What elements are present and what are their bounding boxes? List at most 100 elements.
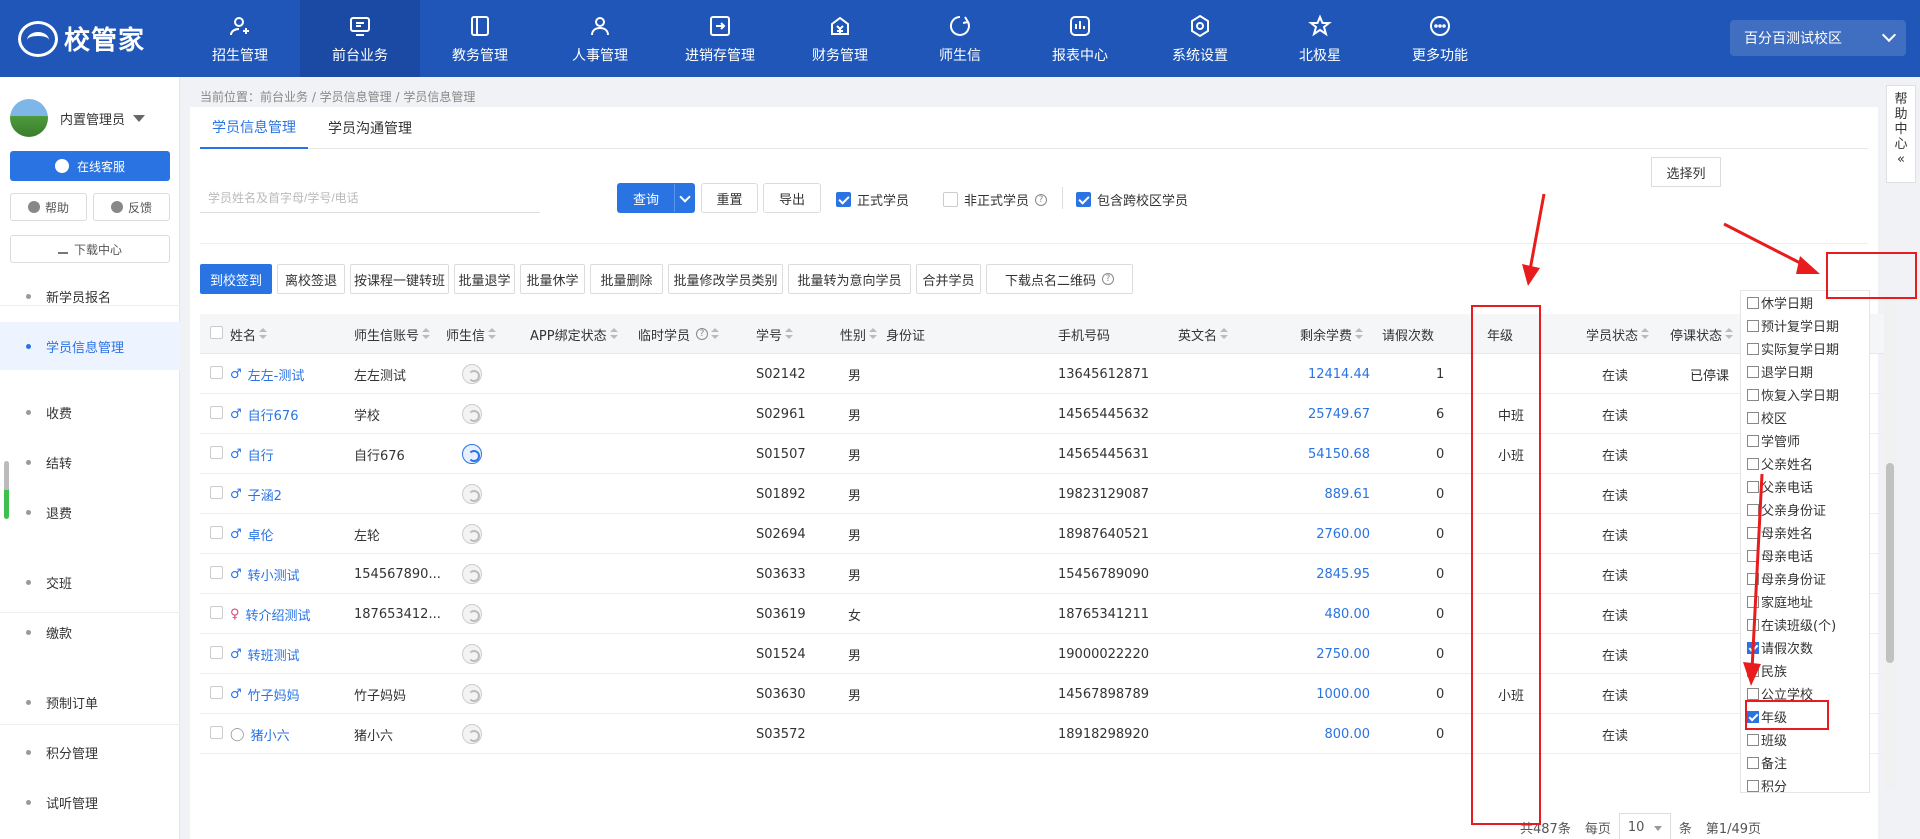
sidebar-item-9[interactable]: 试听管理: [0, 778, 180, 826]
nav-item-10[interactable]: 更多功能: [1380, 0, 1500, 77]
column-option[interactable]: 学管师: [1741, 429, 1869, 452]
column-chooser-scrollbar[interactable]: [1884, 295, 1896, 790]
help-center-tab[interactable]: 帮助中心 «: [1886, 85, 1916, 183]
campus-select[interactable]: 百分百测试校区: [1730, 20, 1906, 56]
table-row[interactable]: ♂ 转班测试 S01524 男 19000022220 2750.00 0 在读: [200, 634, 1888, 674]
column-header-13[interactable]: 学员状态: [1586, 314, 1650, 354]
nav-item-5[interactable]: 财务管理: [780, 0, 900, 77]
row-checkbox[interactable]: [210, 486, 223, 499]
table-row[interactable]: ♂ 自行676 学校 S02961 男 14565445632 25749.67…: [200, 394, 1888, 434]
student-name-link[interactable]: ♂ 卓伦: [230, 514, 274, 554]
sort-icon[interactable]: [1355, 328, 1364, 340]
nav-item-3[interactable]: 人事管理: [540, 0, 660, 77]
table-row[interactable]: ♂ 子涵2 S01892 男 19823129087 889.61 0 在读: [200, 474, 1888, 514]
row-checkbox[interactable]: [210, 606, 223, 619]
fee-cell[interactable]: 12414.44: [1260, 354, 1370, 394]
column-header-14[interactable]: 停课状态: [1670, 314, 1734, 354]
column-header-7[interactable]: 身份证: [886, 314, 925, 354]
column-header-3[interactable]: APP绑定状态: [530, 314, 618, 354]
column-header-0[interactable]: 姓名: [230, 314, 268, 354]
row-checkbox[interactable]: [210, 406, 223, 419]
query-dropdown-icon[interactable]: [674, 184, 694, 212]
sort-icon[interactable]: [1725, 328, 1734, 340]
select-all-checkbox[interactable]: [210, 326, 223, 339]
action-button-6[interactable]: 批量修改学员类别: [668, 264, 783, 294]
row-checkbox[interactable]: [210, 446, 223, 459]
row-checkbox[interactable]: [210, 726, 223, 739]
column-header-11[interactable]: 请假次数: [1382, 314, 1434, 354]
student-name-link[interactable]: ♂ 转班测试: [230, 634, 300, 674]
column-option[interactable]: 实际复学日期: [1741, 337, 1869, 360]
page-size-select[interactable]: 10: [1618, 813, 1671, 839]
logo[interactable]: 校管家: [18, 20, 145, 57]
query-button[interactable]: 查询: [617, 183, 695, 213]
column-header-4[interactable]: 临时学员?: [638, 314, 720, 354]
nav-item-9[interactable]: 北极星: [1260, 0, 1380, 77]
fee-cell[interactable]: 2760.00: [1260, 514, 1370, 554]
sort-icon[interactable]: [785, 328, 794, 340]
table-row[interactable]: ♂ 卓伦 左轮 S02694 男 18987640521 2760.00 0 在…: [200, 514, 1888, 554]
sidebar-scrollbar[interactable]: [4, 461, 9, 519]
row-checkbox[interactable]: [210, 646, 223, 659]
sidebar-item-7[interactable]: 预制订单: [0, 678, 180, 726]
scrollbar-thumb[interactable]: [1886, 463, 1894, 663]
action-button-9[interactable]: 下载点名二维码?: [986, 264, 1133, 294]
action-button-4[interactable]: 批量休学: [520, 264, 585, 294]
table-row[interactable]: ♂ 左左-测试 左左测试 S02142 男 13645612871 12414.…: [200, 354, 1888, 394]
user-menu[interactable]: 内置管理员: [10, 99, 146, 137]
nav-item-1[interactable]: 前台业务: [300, 0, 420, 77]
formal-student-checkbox[interactable]: 正式学员: [836, 190, 909, 209]
nav-item-8[interactable]: 系统设置: [1140, 0, 1260, 77]
column-header-8[interactable]: 手机号码: [1058, 314, 1110, 354]
fee-cell[interactable]: 25749.67: [1260, 394, 1370, 434]
sidebar-item-0[interactable]: 新学员报名: [0, 272, 180, 320]
action-button-8[interactable]: 合并学员: [916, 264, 981, 294]
nav-item-4[interactable]: 进销存管理: [660, 0, 780, 77]
export-button[interactable]: 导出: [763, 183, 821, 213]
sidebar-item-2[interactable]: 收费: [0, 388, 180, 436]
fee-cell[interactable]: 480.00: [1260, 594, 1371, 634]
tab-student-info[interactable]: 学员信息管理: [200, 107, 308, 149]
row-checkbox[interactable]: [210, 566, 223, 579]
column-option[interactable]: 校区: [1741, 406, 1869, 429]
column-header-2[interactable]: 师生信: [446, 314, 497, 354]
action-button-2[interactable]: 按课程一键转班: [350, 264, 449, 294]
fee-cell[interactable]: 800.00: [1260, 714, 1371, 754]
column-option[interactable]: 积分: [1741, 774, 1869, 792]
fee-cell[interactable]: 2845.95: [1260, 554, 1370, 594]
download-center-button[interactable]: 下载中心: [10, 235, 170, 263]
column-option[interactable]: 退学日期: [1741, 360, 1869, 383]
nav-item-2[interactable]: 教务管理: [420, 0, 540, 77]
sidebar-item-6[interactable]: 缴款: [0, 608, 180, 656]
student-name-link[interactable]: ♂ 自行: [230, 434, 274, 474]
search-input[interactable]: [200, 183, 540, 213]
student-name-link[interactable]: ♂ 左左-测试: [230, 354, 304, 394]
action-button-0[interactable]: 到校签到: [200, 264, 272, 294]
action-button-3[interactable]: 批量退学: [454, 264, 515, 294]
table-row[interactable]: ♂ 转小测试 154567890... S03633 男 15456789090…: [200, 554, 1888, 594]
sort-icon[interactable]: [869, 328, 878, 340]
column-header-10[interactable]: 剩余学费: [1300, 314, 1364, 354]
nav-item-6[interactable]: 师生信: [900, 0, 1020, 77]
fee-cell[interactable]: 1000.00: [1260, 674, 1370, 714]
column-option[interactable]: 预计复学日期: [1741, 314, 1869, 337]
row-checkbox[interactable]: [210, 686, 223, 699]
help-button[interactable]: 帮助: [10, 193, 87, 221]
column-header-9[interactable]: 英文名: [1178, 314, 1229, 354]
student-name-link[interactable]: ♂ 转小测试: [230, 554, 300, 594]
table-row[interactable]: ♀ 转介绍测试 187653412... S03619 女 1876534121…: [200, 594, 1888, 634]
feedback-button[interactable]: 反馈: [93, 193, 170, 221]
row-checkbox[interactable]: [210, 366, 223, 379]
column-option[interactable]: 备注: [1741, 751, 1869, 774]
student-name-link[interactable]: ♂ 自行676: [230, 394, 298, 434]
sidebar-item-5[interactable]: 交班: [0, 558, 180, 606]
sidebar-item-3[interactable]: 结转: [0, 438, 180, 486]
sort-icon[interactable]: [609, 328, 618, 340]
student-name-link[interactable]: ♂ 竹子妈妈: [230, 674, 300, 714]
sort-icon[interactable]: [488, 328, 497, 340]
column-option[interactable]: 恢复入学日期: [1741, 383, 1869, 406]
fee-cell[interactable]: 2750.00: [1260, 634, 1370, 674]
action-button-7[interactable]: 批量转为意向学员: [788, 264, 911, 294]
table-row[interactable]: ◯ 猪小六 猪小六 S03572 18918298920 800.00 0 在读: [200, 714, 1888, 754]
sidebar-item-1[interactable]: 学员信息管理: [0, 322, 180, 370]
